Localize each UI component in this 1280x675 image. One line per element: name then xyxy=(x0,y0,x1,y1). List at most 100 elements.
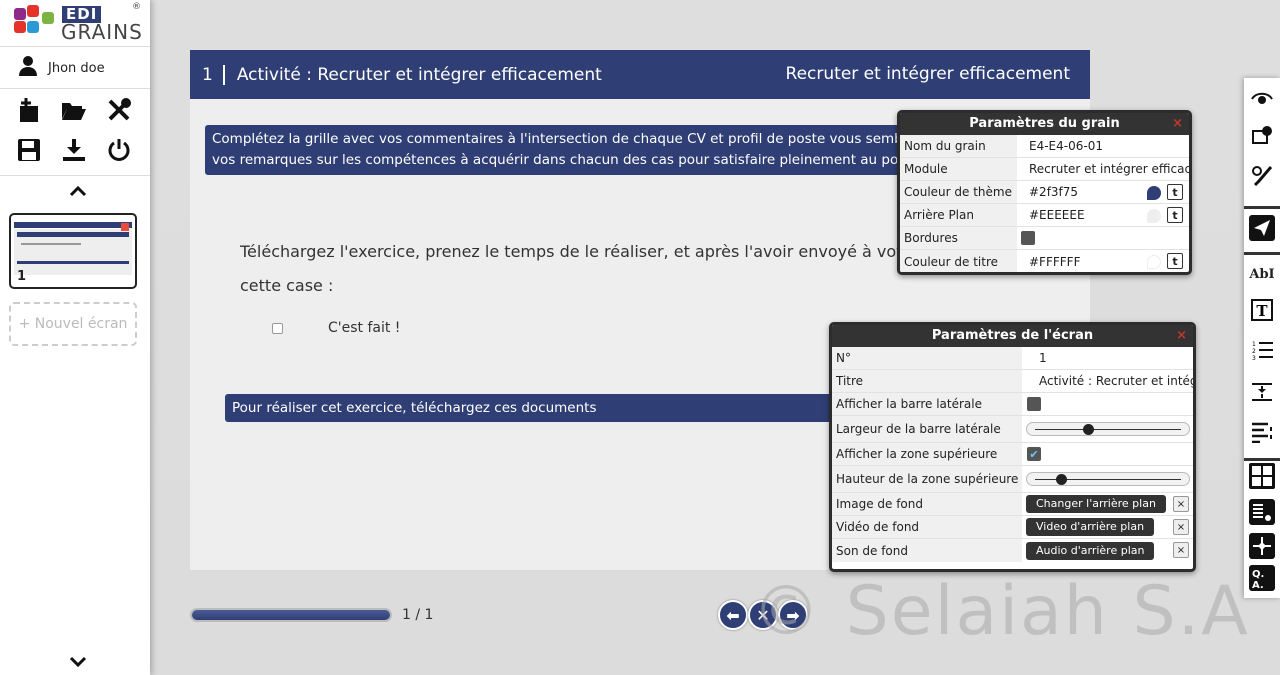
background-video-button[interactable]: Video d'arrière plan xyxy=(1026,518,1155,536)
screen-number: 1 xyxy=(190,64,225,85)
theme-color-swatch[interactable] xyxy=(1147,186,1161,200)
bg-video-cell: Video d'arrière plan × xyxy=(1022,516,1193,538)
new-screen-button[interactable]: + Nouvel écran xyxy=(9,302,137,346)
download-icon xyxy=(62,138,86,166)
grain-parameters-panel: Paramètres du grain × Nom du grain E4-E4… xyxy=(897,110,1192,275)
scroll-down-button[interactable] xyxy=(63,650,93,674)
arrow-left-icon: ⬅ xyxy=(726,605,740,625)
eye-icon xyxy=(1251,91,1273,110)
paint-button[interactable] xyxy=(1246,162,1278,194)
remove-background-button[interactable]: × xyxy=(1173,496,1189,512)
theme-color-value: #2f3f75 xyxy=(1029,185,1079,199)
text-style-icon: AbⅠ xyxy=(1249,266,1275,282)
thumbnail-number: 1 xyxy=(17,269,27,284)
layout-button[interactable] xyxy=(1246,462,1278,494)
screen-parameters-title: Paramètres de l'écran × xyxy=(832,325,1193,347)
settings-button[interactable] xyxy=(1246,122,1278,154)
tools-icon xyxy=(106,97,132,127)
svg-text:2: 2 xyxy=(1252,348,1256,355)
scroll-up-button[interactable] xyxy=(63,178,93,204)
number-field[interactable]: 1 xyxy=(1022,347,1193,369)
svg-text:3: 3 xyxy=(1252,355,1256,361)
sidebar-width-slider[interactable] xyxy=(1026,422,1190,436)
title-field[interactable]: Activité : Recruter et intég xyxy=(1022,370,1193,392)
background-color-field[interactable]: #EEEEEE t xyxy=(1017,204,1189,226)
add-icon xyxy=(17,97,41,127)
grain-name-field[interactable]: E4-E4-06-01 xyxy=(1017,135,1189,157)
top-zone-height-slider-handle[interactable] xyxy=(1055,474,1067,485)
background-label: Arrière Plan xyxy=(900,204,1017,226)
align-button[interactable] xyxy=(1246,418,1278,450)
show-top-zone-checkbox[interactable]: ✔ xyxy=(1027,447,1041,461)
download-button[interactable] xyxy=(59,137,89,167)
save-button[interactable] xyxy=(14,137,44,167)
done-checkbox[interactable] xyxy=(272,322,283,334)
grid-icon xyxy=(1249,463,1275,493)
page-count: 1 / 1 xyxy=(402,607,434,623)
tools-button[interactable] xyxy=(104,97,134,127)
grain-parameters-title: Paramètres du grain × xyxy=(900,113,1189,135)
bg-sound-label: Son de fond xyxy=(832,539,1022,562)
title-color-field[interactable]: #FFFFFF t xyxy=(1017,250,1189,272)
preview-button[interactable] xyxy=(1246,84,1278,116)
sidebar-width-label: Largeur de la barre latérale xyxy=(832,416,1022,442)
send-button[interactable] xyxy=(1246,214,1278,246)
left-sidebar: EDI GRAINS ® Jhon doe 1 + Nouvel écran xyxy=(0,0,150,675)
title-color-text-toggle[interactable]: t xyxy=(1167,253,1183,269)
bg-video-label: Vidéo de fond xyxy=(832,516,1022,538)
spacing-button[interactable] xyxy=(1246,378,1278,410)
remove-audio-button[interactable]: × xyxy=(1173,542,1189,558)
media-button[interactable] xyxy=(1246,498,1278,530)
borders-checkbox[interactable] xyxy=(1021,231,1035,245)
diagram-button[interactable] xyxy=(1246,532,1278,564)
show-sidebar-checkbox[interactable] xyxy=(1027,397,1041,411)
spacing-icon xyxy=(1251,381,1273,407)
top-zone-height-label: Hauteur de la zone supérieure xyxy=(832,466,1022,492)
add-grain-button[interactable] xyxy=(14,97,44,127)
align-icon xyxy=(1251,421,1273,447)
number-label: N° xyxy=(832,347,1022,369)
user-info[interactable]: Jhon doe xyxy=(18,54,105,82)
body-line-2: cette case : xyxy=(240,276,334,295)
media-icon xyxy=(1249,499,1275,529)
qa-icon: Q. A. xyxy=(1249,565,1275,595)
module-field[interactable]: Recruter et intégrer efficac xyxy=(1017,158,1189,180)
open-button[interactable] xyxy=(59,97,89,127)
watermark: © Selaiah S.A xyxy=(752,572,1250,651)
background-color-swatch[interactable] xyxy=(1147,209,1161,223)
text-button[interactable]: T xyxy=(1246,296,1278,328)
theme-color-text-toggle[interactable]: t xyxy=(1167,184,1183,200)
list-button[interactable]: 123 xyxy=(1246,336,1278,368)
change-background-button[interactable]: Changer l'arrière plan xyxy=(1026,495,1166,513)
screen-header: 1 Activité : Recruter et intégrer effica… xyxy=(190,50,1090,99)
numbered-list-icon: 123 xyxy=(1251,339,1273,365)
sidebar-width-slider-handle[interactable] xyxy=(1082,424,1094,435)
bg-image-cell: Changer l'arrière plan × xyxy=(1022,493,1193,515)
show-top-zone-label: Afficher la zone supérieure xyxy=(832,443,1022,465)
remove-video-button[interactable]: × xyxy=(1173,519,1189,535)
previous-button[interactable]: ⬅ xyxy=(718,600,748,630)
sidebar-width-cell xyxy=(1022,416,1193,442)
bg-sound-cell: Audio d'arrière plan × xyxy=(1022,539,1193,562)
top-zone-height-slider[interactable] xyxy=(1026,472,1190,486)
diagram-icon xyxy=(1249,533,1275,563)
quiz-button[interactable]: Q. A. xyxy=(1246,564,1278,596)
power-button[interactable] xyxy=(104,137,134,167)
theme-color-field[interactable]: #2f3f75 t xyxy=(1017,181,1189,203)
text-style-button[interactable]: AbⅠ xyxy=(1246,258,1278,290)
progress-fill xyxy=(192,610,390,620)
user-icon xyxy=(18,55,38,81)
show-sidebar-label: Afficher la barre latérale xyxy=(832,393,1022,415)
title-color-swatch[interactable] xyxy=(1147,255,1161,269)
done-checkbox-row[interactable]: C'est fait ! xyxy=(272,320,400,336)
background-audio-button[interactable]: Audio d'arrière plan xyxy=(1026,541,1155,560)
svg-text:T: T xyxy=(1256,302,1268,320)
user-name: Jhon doe xyxy=(48,60,105,76)
send-icon xyxy=(1249,215,1275,245)
screen-thumbnail[interactable]: 1 xyxy=(9,213,137,289)
svg-text:1: 1 xyxy=(1252,341,1256,348)
background-text-toggle[interactable]: t xyxy=(1167,207,1183,223)
grain-parameters-close-button[interactable]: × xyxy=(1172,113,1183,135)
screen-title: Activité : Recruter et intégrer efficace… xyxy=(236,64,602,85)
screen-parameters-close-button[interactable]: × xyxy=(1176,325,1187,347)
